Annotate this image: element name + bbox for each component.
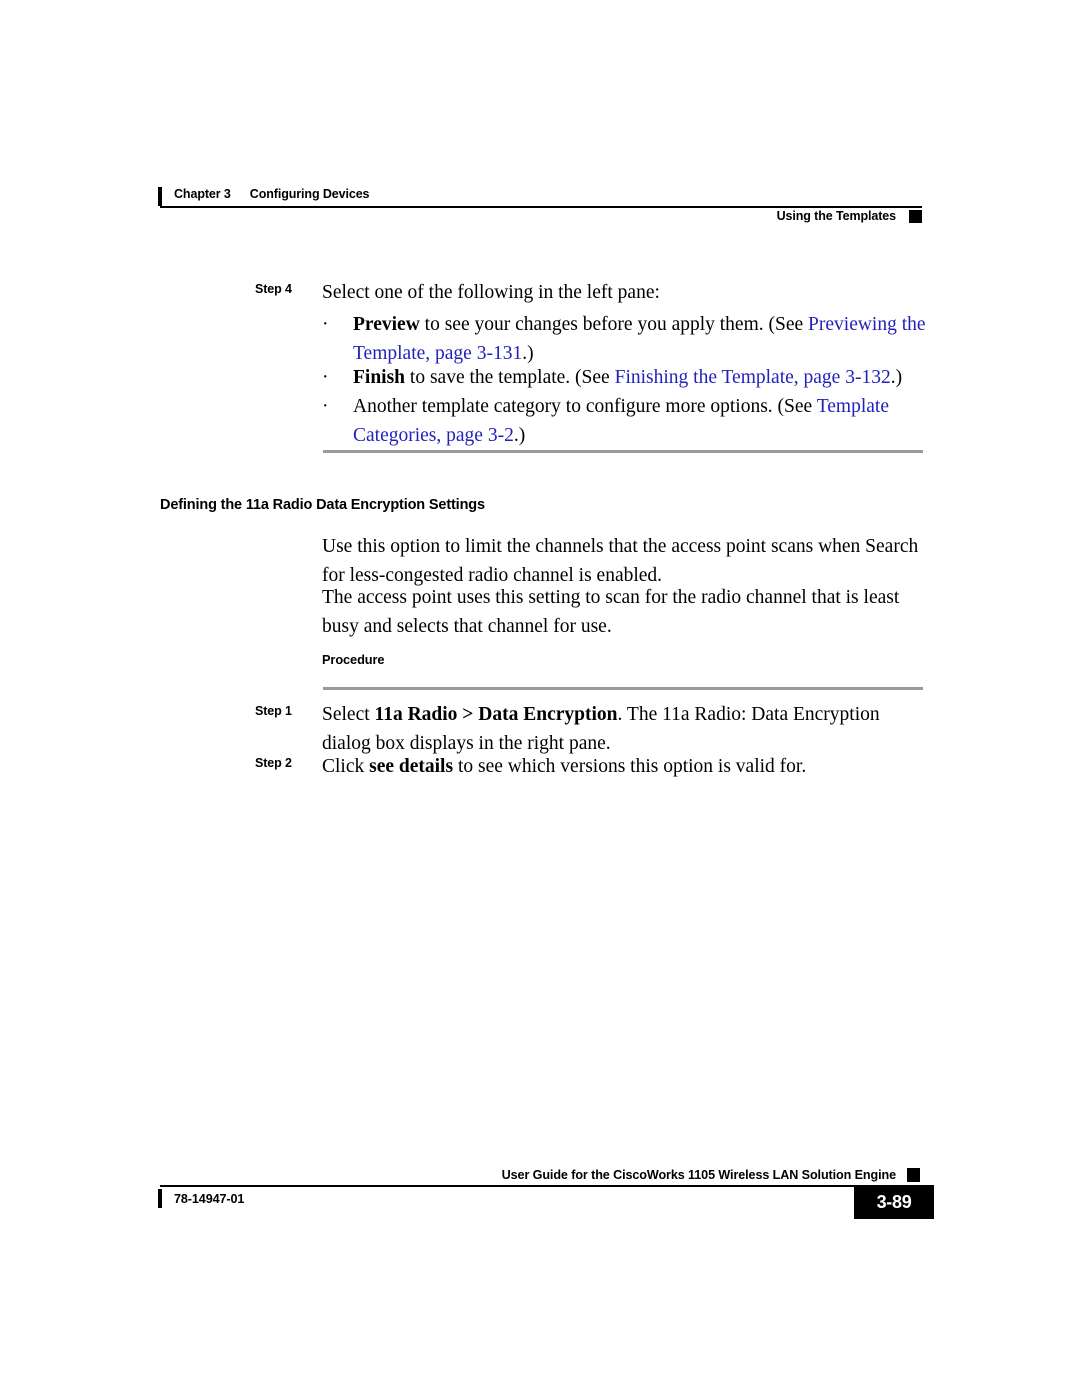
step-text-2: Click see details to see which versions …: [322, 752, 925, 781]
header-right-marker: [909, 210, 922, 223]
step2-text-after-bold: to see which versions this option is val…: [453, 756, 807, 777]
step-label-2: Step 2: [255, 756, 292, 770]
footer-document-number: 78-14947-01: [174, 1192, 245, 1206]
step-label-1: Step 1: [255, 704, 292, 718]
header-chapter: Chapter 3 Configuring Devices: [174, 187, 370, 201]
header-left-marker: [158, 187, 162, 206]
footer-right-marker: [907, 1168, 920, 1182]
step-text-1: Select 11a Radio > Data Encryption. The …: [322, 700, 925, 758]
step1-text-before-bold: Select: [322, 704, 375, 725]
header-chapter-label: Chapter 3: [174, 187, 231, 201]
paragraph-intro-1: Use this option to limit the channels th…: [322, 536, 919, 586]
header-chapter-title: Configuring Devices: [249, 187, 370, 201]
bullet-text-after-link: .): [890, 367, 903, 388]
paragraph-intro-2: The access point uses this setting to sc…: [322, 587, 900, 637]
section-divider-rule-top: [323, 450, 923, 453]
document-page: Chapter 3 Configuring Devices Using the T…: [0, 0, 1080, 1397]
cross-reference-link-finishing-template[interactable]: Finishing the Template, page 3-132: [615, 367, 891, 388]
page-number-box: 3-89: [854, 1185, 934, 1219]
header-running-head: Using the Templates: [776, 209, 897, 223]
page-number: 3-89: [876, 1192, 912, 1212]
ui-control-see-details: see details: [369, 756, 454, 777]
bullet-text-before-link: Another template category to configure m…: [353, 396, 817, 417]
bullet-text-before-link: to save the template. (See: [405, 367, 615, 388]
bullet-text-finish: Finish to save the template. (See Finish…: [353, 363, 927, 392]
footer-rule: [160, 1185, 922, 1187]
procedure-divider-rule: [323, 687, 923, 690]
bullet-text-before-link: to see your changes before you apply the…: [419, 314, 809, 335]
bullet-text-after-link: .): [513, 425, 526, 446]
bullet-marker: ·: [322, 314, 329, 335]
footer-guide-title: User Guide for the CiscoWorks 1105 Wirel…: [501, 1168, 896, 1182]
bullet-marker: ·: [322, 367, 329, 388]
step-text-4: Select one of the following in the left …: [322, 282, 660, 303]
bullet-marker: ·: [322, 396, 329, 417]
procedure-heading: Procedure: [322, 652, 385, 667]
header-rule: [160, 206, 922, 208]
bullet-text-another-category: Another template category to configure m…: [353, 392, 927, 450]
page-header: Chapter 3 Configuring Devices Using the T…: [158, 186, 922, 232]
bullet-text-after-link: .): [522, 343, 534, 364]
bullet-bold-lead: Finish: [353, 367, 406, 388]
step-label-4: Step 4: [255, 282, 292, 296]
bullet-bold-lead: Preview: [353, 314, 420, 335]
page-footer: User Guide for the CiscoWorks 1105 Wirel…: [158, 1168, 934, 1228]
section-heading: Defining the 11a Radio Data Encryption S…: [160, 497, 485, 513]
footer-left-marker: [158, 1189, 162, 1208]
menu-path-11a-radio-data-encryption: 11a Radio > Data Encryption: [374, 704, 618, 725]
bullet-text-preview: Preview to see your changes before you a…: [353, 310, 927, 368]
step2-text-before-bold: Click: [322, 756, 370, 777]
